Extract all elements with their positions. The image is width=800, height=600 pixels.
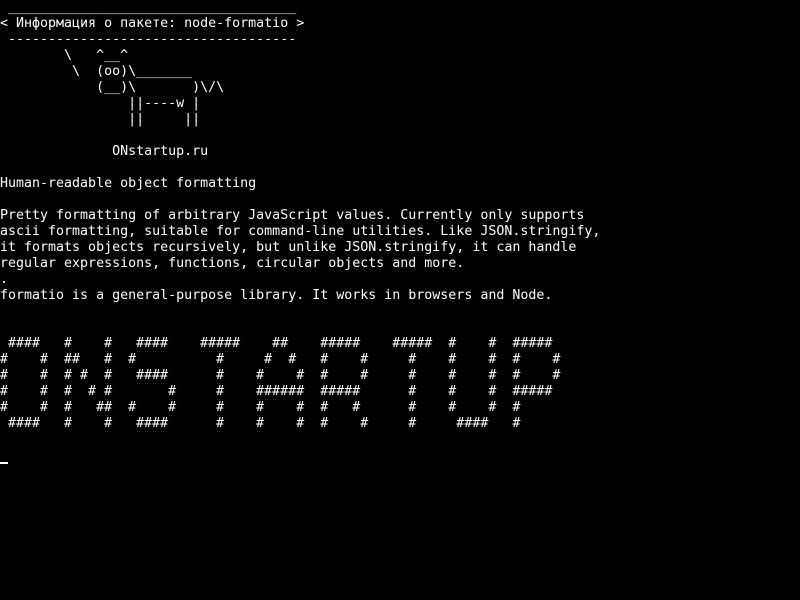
banner-line: # # # # # #### # # # # # # # # # # xyxy=(0,368,561,383)
description-line: formatio is a general-purpose library. I… xyxy=(0,288,553,303)
banner-line: # # # # # # # ###### ##### # # # ##### xyxy=(0,384,553,399)
description-line: it formats objects recursively, but unli… xyxy=(0,240,577,255)
cow-art-line: || || xyxy=(0,112,201,127)
banner-line: #### # # #### ##### ## ##### ##### # # #… xyxy=(0,336,553,351)
cow-art-line: \ (oo)\_______ xyxy=(0,64,193,79)
description-separator: . xyxy=(0,272,9,287)
banner-line: #### # # #### # # # # # # #### # xyxy=(0,416,521,431)
description-line: ascii formatting, suitable for command-l… xyxy=(0,224,601,239)
description-line: regular expressions, functions, circular… xyxy=(0,256,465,271)
description-line: Pretty formatting of arbitrary JavaScrip… xyxy=(0,208,585,223)
cow-art-line: (__)\ )\/\ xyxy=(0,80,225,95)
cowsay-top-border: ____________________________________ xyxy=(0,0,297,15)
terminal-screen[interactable]: ____________________________________ < И… xyxy=(0,0,800,600)
banner-line: # # # ## # # # # # # # # # # # xyxy=(0,400,521,415)
cowsay-bottom-border: ------------------------------------ xyxy=(0,32,297,47)
site-name: ONstartup.ru xyxy=(0,144,209,159)
package-summary: Human-readable object formatting xyxy=(0,176,257,191)
text-cursor xyxy=(0,462,8,464)
banner-line: # # ## # # # # # # # # # # # # xyxy=(0,352,561,367)
cowsay-message: < Информация о пакете: node-formatio > xyxy=(0,16,305,31)
cow-art-line: \ ^__^ xyxy=(0,48,129,63)
cow-art-line: ||----w | xyxy=(0,96,201,111)
